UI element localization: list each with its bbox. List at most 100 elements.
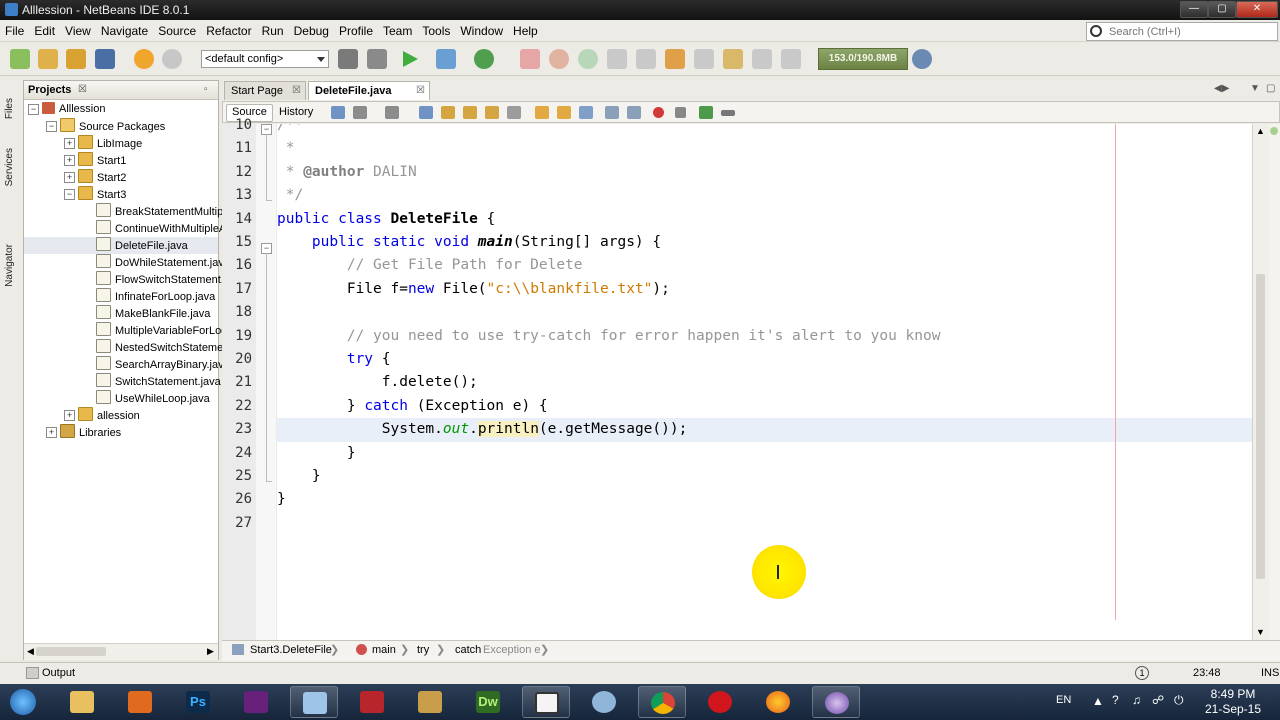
volume-icon[interactable]: ♫ <box>1132 693 1141 707</box>
expand-icon[interactable]: + <box>64 172 75 183</box>
toggle-bookmark-icon[interactable] <box>579 106 593 119</box>
take-snapshot-icon[interactable] <box>752 49 772 69</box>
scroll-thumb[interactable] <box>1256 274 1265 579</box>
taskbar-winrar[interactable] <box>348 686 396 718</box>
run-icon[interactable] <box>403 51 418 67</box>
power-icon[interactable]: ⏻ <box>1174 693 1184 708</box>
collapse-icon[interactable]: − <box>28 104 39 115</box>
code-line[interactable]: File f=new File("c:\\blankfile.txt"); <box>277 278 670 301</box>
uncomment-icon[interactable] <box>721 110 735 116</box>
menu-run[interactable]: Run <box>257 24 289 38</box>
tree-item[interactable]: − Alllession <box>24 101 218 118</box>
forward-icon[interactable] <box>385 106 399 119</box>
taskbar-photoshop[interactable]: Ps <box>174 686 222 718</box>
gc-icon[interactable] <box>912 49 932 69</box>
minimize-icon[interactable]: ▫ <box>204 84 208 95</box>
taskbar-window[interactable] <box>522 686 570 718</box>
tree-item[interactable]: DeleteFile.java <box>24 237 218 254</box>
build-icon[interactable] <box>338 49 358 69</box>
shift-left-icon[interactable] <box>605 106 619 119</box>
chevron-up-icon[interactable]: ▲ <box>1092 694 1104 708</box>
continue-icon[interactable] <box>578 49 598 69</box>
find-previous-icon[interactable] <box>441 106 455 119</box>
next-bookmark-icon[interactable] <box>557 106 571 119</box>
find-icon[interactable] <box>419 106 433 119</box>
step-into-icon[interactable] <box>636 49 656 69</box>
find-selection-icon[interactable] <box>485 106 499 119</box>
expand-icon[interactable]: + <box>64 410 75 421</box>
stop-macro-icon[interactable] <box>675 107 686 118</box>
taskbar-tools[interactable] <box>406 686 454 718</box>
tab-start-page[interactable]: Start Page ☒ <box>224 81 306 100</box>
pause-icon[interactable] <box>549 49 569 69</box>
taskbar-dreamweaver[interactable]: Dw <box>464 686 512 718</box>
collapse-icon[interactable]: − <box>46 121 57 132</box>
code-line[interactable]: public class DeleteFile { <box>277 208 495 231</box>
code-line[interactable]: */ <box>277 184 303 207</box>
tree-item[interactable]: SearchArrayBinary.jav <box>24 356 224 373</box>
menu-refactor[interactable]: Refactor <box>201 24 256 38</box>
tree-item[interactable]: NestedSwitchStatemer <box>24 339 227 356</box>
apply-changes-icon[interactable] <box>723 49 743 69</box>
tree-item[interactable]: − Start3 <box>24 186 218 203</box>
horizontal-scrollbar[interactable]: ◀ ▶ <box>24 643 218 660</box>
clean-build-icon[interactable] <box>367 49 387 69</box>
taskbar-virtualbox[interactable] <box>290 686 338 718</box>
chevron-left-icon[interactable]: ◀ <box>27 646 34 657</box>
taskbar-visual-studio[interactable] <box>232 686 280 718</box>
menu-view[interactable]: View <box>60 24 96 38</box>
navigator-tab[interactable]: Navigator <box>4 244 15 287</box>
toggle-highlight-icon[interactable] <box>507 106 521 119</box>
menu-file[interactable]: File <box>0 24 29 38</box>
menu-edit[interactable]: Edit <box>29 24 60 38</box>
menu-debug[interactable]: Debug <box>289 24 334 38</box>
menu-help[interactable]: Help <box>508 24 543 38</box>
maximize-icon[interactable]: ▢ <box>1266 83 1275 94</box>
code-line[interactable]: // you need to use try-catch for error h… <box>277 325 941 348</box>
minimize-button[interactable]: — <box>1180 1 1208 18</box>
redo-icon[interactable] <box>162 49 182 69</box>
expand-icon[interactable]: + <box>64 155 75 166</box>
tree-item[interactable]: MakeBlankFile.java <box>24 305 218 322</box>
history-button[interactable]: History <box>273 104 319 122</box>
code-line[interactable]: /** <box>277 124 303 137</box>
tree-item[interactable]: + allession <box>24 407 218 424</box>
vertical-scrollbar[interactable]: ▲ ▼ <box>1252 124 1269 640</box>
breadcrumb-try[interactable]: try <box>417 644 429 656</box>
run-to-cursor-icon[interactable] <box>694 49 714 69</box>
tree-item[interactable]: BreakStatementMultipl <box>24 203 226 220</box>
open-project-icon[interactable] <box>66 49 86 69</box>
chevron-right-icon[interactable]: ▶ <box>207 646 214 657</box>
clock[interactable]: 8:49 PM 21-Sep-15 <box>1196 687 1270 717</box>
close-icon[interactable]: ☒ <box>416 82 425 100</box>
tab-scroll-left-icon[interactable]: ◀▶ <box>1214 83 1229 94</box>
taskbar-chrome[interactable] <box>638 686 686 718</box>
menu-window[interactable]: Window <box>455 24 508 38</box>
expand-icon[interactable]: + <box>64 138 75 149</box>
menu-navigate[interactable]: Navigate <box>96 24 153 38</box>
code-line[interactable]: f.delete(); <box>277 371 478 394</box>
notification-icon[interactable]: 1 <box>1135 666 1149 680</box>
code-line[interactable]: } <box>277 465 321 488</box>
close-icon[interactable]: ☒ <box>292 82 301 100</box>
new-file-icon[interactable] <box>10 49 30 69</box>
output-icon[interactable] <box>26 667 39 679</box>
network-tray-icon[interactable]: ☍ <box>1152 693 1164 707</box>
comment-icon[interactable] <box>699 106 713 119</box>
tree-item[interactable]: + Start2 <box>24 169 218 186</box>
maximize-button[interactable]: ▢ <box>1208 1 1236 18</box>
tree-item[interactable]: + Libraries <box>24 424 218 441</box>
close-button[interactable]: ✕ <box>1236 1 1278 18</box>
breadcrumb-method[interactable]: main <box>372 644 396 656</box>
tree-item[interactable]: SwitchStatement.java <box>24 373 221 390</box>
stop-icon[interactable] <box>520 49 540 69</box>
menu-profile[interactable]: Profile <box>334 24 378 38</box>
help-icon[interactable]: ? <box>1112 693 1119 707</box>
save-all-icon[interactable] <box>95 49 115 69</box>
config-select[interactable]: <default config> <box>201 50 329 68</box>
menu-source[interactable]: Source <box>153 24 201 38</box>
new-project-icon[interactable] <box>38 49 58 69</box>
code-line[interactable]: try { <box>277 348 391 371</box>
tab-deletefile[interactable]: DeleteFile.java ☒ <box>308 81 430 100</box>
language-indicator[interactable]: EN <box>1056 694 1071 706</box>
